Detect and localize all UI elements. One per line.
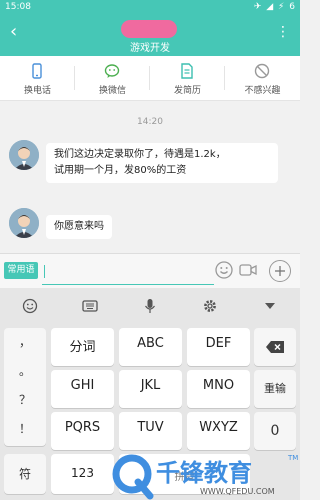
reenter-key[interactable]: 重输 (254, 370, 296, 408)
watermark-url: WWW.QFEDU.COM (200, 487, 275, 496)
chevron-down-icon[interactable] (262, 298, 278, 314)
key-pqrs[interactable]: PQRS (51, 412, 114, 450)
key-label: ABC (137, 336, 164, 351)
avatar-person-icon (9, 208, 39, 238)
microphone-icon[interactable] (142, 298, 158, 314)
keyboard-icon[interactable] (82, 298, 98, 314)
key-mno[interactable]: MNO (187, 370, 250, 408)
action-label: 不感兴趣 (244, 86, 281, 96)
wechat-icon (104, 64, 120, 78)
chat-timestamp: 14:20 (137, 117, 163, 127)
action-label: 换电话 (23, 86, 51, 96)
message-line: 我们这边决定录取你了，待遇是1.2k， (54, 149, 226, 160)
input-bar: 常用语 (0, 253, 300, 288)
key-abc[interactable]: ABC (119, 328, 182, 366)
action-not-interested[interactable]: 不感兴趣 (225, 56, 300, 100)
message-bubble: 你愿意来吗 (46, 215, 112, 239)
backspace-icon (266, 341, 284, 353)
status-bar: 15:08 ✈ ◢ ⚡ 6 (0, 0, 300, 16)
watermark-text: 千锋教育 (156, 459, 252, 487)
action-change-wechat[interactable]: 换微信 (75, 56, 150, 100)
quick-phrases-button[interactable]: 常用语 (4, 262, 38, 279)
plus-icon (275, 266, 285, 276)
avatar-person-icon (9, 140, 39, 170)
punctuation-column: ， 。 ？ ！ (4, 328, 46, 446)
key-ghi[interactable]: GHI (51, 370, 114, 408)
battery-level: 6 (289, 2, 296, 12)
video-icon (239, 264, 257, 276)
page-title: 游戏开发 (130, 43, 170, 54)
emoji-icon (215, 261, 233, 279)
resume-icon (181, 63, 193, 79)
status-icons: ✈ ◢ ⚡ 6 (254, 2, 296, 12)
action-send-resume[interactable]: 发简历 (150, 56, 225, 100)
key-def[interactable]: DEF (187, 328, 250, 366)
app-header: ‹ 游戏开发 ⋮ (0, 16, 300, 56)
key-label: DEF (205, 336, 232, 351)
backspace-key[interactable] (254, 328, 296, 366)
punctuation-key[interactable]: ！ (4, 415, 46, 444)
not-interested-icon (254, 63, 270, 79)
more-icon[interactable]: ⋮ (276, 25, 290, 39)
key-tuv[interactable]: TUV (119, 412, 182, 450)
action-bar: 换电话 换微信 发简历 不感兴趣 (0, 56, 300, 101)
avatar[interactable] (9, 140, 39, 170)
key-jkl[interactable]: JKL (119, 370, 182, 408)
number-key[interactable]: 123 (51, 454, 114, 494)
redacted-name-mark (121, 20, 177, 38)
status-time: 15:08 (5, 2, 31, 12)
message-line: 你愿意来吗 (54, 221, 104, 232)
key-label: 分词 (69, 340, 96, 355)
zero-key[interactable]: 0 (254, 412, 296, 450)
phone-icon (32, 63, 42, 79)
key-segment[interactable]: 分词 (51, 328, 114, 366)
avatar[interactable] (9, 208, 39, 238)
message-line: 试用期一个月，发80%的工资 (54, 165, 187, 176)
emoji-button[interactable] (214, 260, 234, 280)
key-wxyz[interactable]: WXYZ (187, 412, 250, 450)
add-button[interactable] (269, 260, 291, 282)
watermark: 千锋教育 TM WWW.QFEDU.COM (110, 448, 300, 500)
action-label: 发简历 (173, 86, 201, 96)
message-bubble: 我们这边决定录取你了，待遇是1.2k， 试用期一个月，发80%的工资 (46, 143, 278, 183)
punctuation-key[interactable]: ， (4, 328, 46, 357)
key-label: PQRS (64, 420, 101, 435)
watermark-tm: TM (287, 454, 298, 462)
emoji-icon[interactable] (22, 298, 38, 314)
punctuation-key[interactable]: ？ (4, 386, 46, 415)
action-label: 换微信 (98, 86, 126, 96)
key-label: MNO (202, 378, 235, 393)
message-input[interactable] (42, 260, 214, 285)
key-label: TUV (137, 420, 164, 435)
video-button[interactable] (238, 260, 258, 280)
text-cursor (44, 265, 45, 278)
key-label: WXYZ (199, 420, 238, 435)
symbol-key[interactable]: 符 (4, 454, 46, 494)
action-change-phone[interactable]: 换电话 (0, 56, 75, 100)
key-label: 123 (71, 466, 94, 480)
keyboard-toolbar (0, 288, 300, 324)
qfedu-logo: 千锋教育 TM WWW.QFEDU.COM (112, 454, 298, 500)
signal-icon: ✈ ◢ ⚡ (253, 2, 286, 12)
key-label: GHI (70, 378, 95, 393)
gear-icon[interactable] (202, 298, 218, 314)
punctuation-key[interactable]: 。 (4, 357, 46, 386)
key-label: JKL (140, 378, 161, 393)
